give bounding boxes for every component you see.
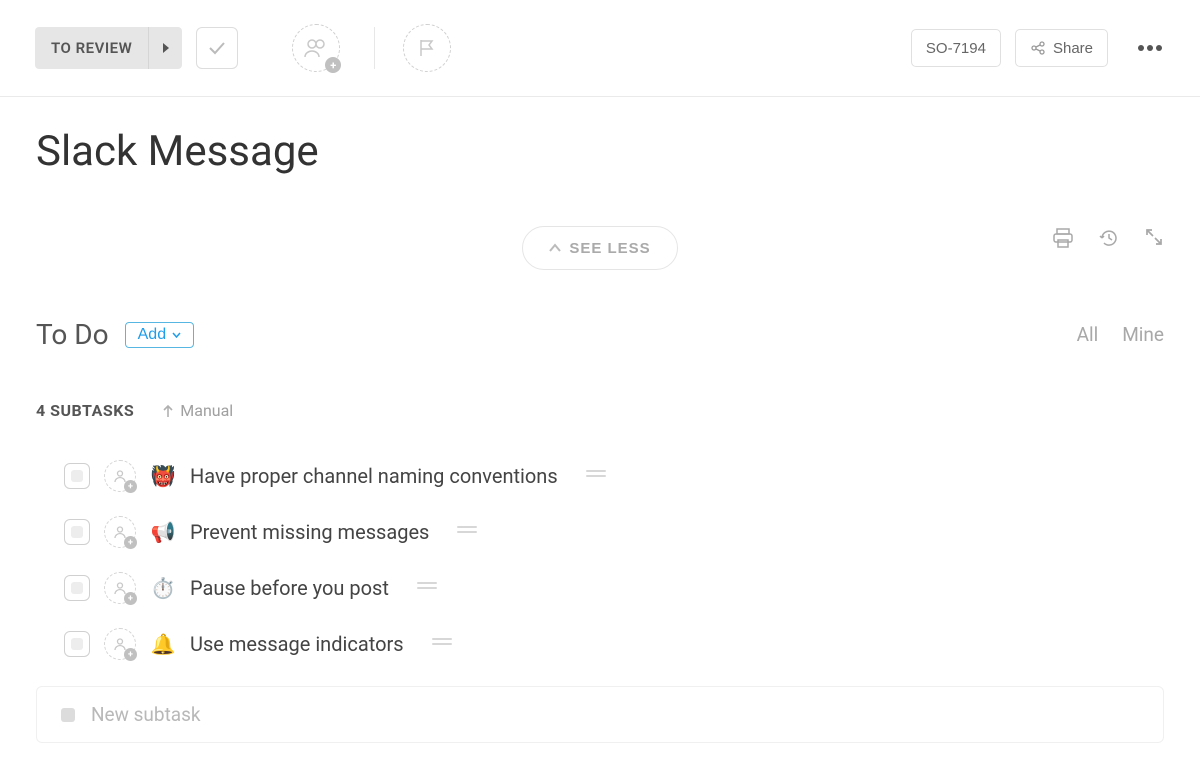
priority-flag-button[interactable] <box>403 24 451 72</box>
flag-icon <box>418 38 436 58</box>
status-next-icon[interactable] <box>148 27 182 69</box>
toolbar-divider <box>374 27 375 69</box>
subtask-emoji: 🔔 <box>150 632 176 656</box>
drag-handle-icon[interactable] <box>432 638 452 650</box>
drag-handle-icon[interactable] <box>457 526 477 538</box>
subtask-meta-row: 4 SUBTASKS Manual <box>36 401 1164 420</box>
people-icon <box>303 38 329 58</box>
subtask-assignee-button[interactable]: + <box>104 628 136 660</box>
sort-button[interactable]: Manual <box>162 401 233 420</box>
chevron-up-icon <box>549 243 561 253</box>
complete-button[interactable] <box>196 27 238 69</box>
subtask-row[interactable]: + 🔔 Use message indicators <box>36 616 1164 672</box>
sort-label: Manual <box>180 401 233 420</box>
see-less-label: SEE LESS <box>569 240 650 257</box>
subtask-emoji: 👹 <box>150 464 176 488</box>
see-less-button[interactable]: SEE LESS <box>522 226 677 270</box>
person-icon <box>113 581 127 595</box>
new-subtask-placeholder: New subtask <box>91 703 201 726</box>
plus-icon: + <box>124 592 137 605</box>
person-icon <box>113 469 127 483</box>
plus-icon: + <box>124 536 137 549</box>
drag-handle-icon[interactable] <box>417 582 437 594</box>
plus-icon: + <box>124 480 137 493</box>
person-icon <box>113 525 127 539</box>
filter-all-tab[interactable]: All <box>1077 323 1099 346</box>
plus-icon: + <box>325 57 341 73</box>
assignees-add-button[interactable]: + <box>292 24 340 72</box>
top-toolbar: TO REVIEW + SO-7194 Share <box>0 0 1200 97</box>
ticket-id-button[interactable]: SO-7194 <box>911 29 1001 67</box>
subtask-checkbox[interactable] <box>64 519 90 545</box>
ticket-id-label: SO-7194 <box>926 40 986 57</box>
status-label: TO REVIEW <box>35 39 148 57</box>
subtask-emoji: ⏱️ <box>150 576 176 600</box>
history-icon[interactable] <box>1098 227 1120 249</box>
subtask-row[interactable]: + 📢 Prevent missing messages <box>36 504 1164 560</box>
print-icon[interactable] <box>1052 227 1074 249</box>
add-label: Add <box>138 326 166 344</box>
subtask-list: + 👹 Have proper channel naming conventions… <box>36 448 1164 672</box>
status-button[interactable]: TO REVIEW <box>35 27 182 69</box>
plus-icon: + <box>124 648 137 661</box>
page-title[interactable]: Slack Message <box>36 127 1164 176</box>
todo-header: To Do Add All Mine <box>36 318 1164 351</box>
subtask-row[interactable]: + ⏱️ Pause before you post <box>36 560 1164 616</box>
checkbox-icon <box>61 708 75 722</box>
subtask-assignee-button[interactable]: + <box>104 572 136 604</box>
todo-heading: To Do <box>36 318 109 351</box>
subtask-name: Use message indicators <box>190 632 404 656</box>
chevron-down-icon <box>172 332 181 338</box>
subtask-name: Pause before you post <box>190 576 389 600</box>
subtask-row[interactable]: + 👹 Have proper channel naming conventions <box>36 448 1164 504</box>
more-menu-button[interactable] <box>1130 45 1170 51</box>
subtask-name: Prevent missing messages <box>190 520 429 544</box>
share-icon <box>1030 40 1046 56</box>
share-button[interactable]: Share <box>1015 29 1108 67</box>
page-action-icons <box>1052 227 1164 249</box>
add-button[interactable]: Add <box>125 322 194 348</box>
expand-icon[interactable] <box>1144 227 1164 249</box>
subtask-count: 4 SUBTASKS <box>36 401 134 420</box>
drag-handle-icon[interactable] <box>586 470 606 482</box>
subtask-name: Have proper channel naming conventions <box>190 464 558 488</box>
new-subtask-input[interactable]: New subtask <box>36 686 1164 743</box>
subtask-checkbox[interactable] <box>64 463 90 489</box>
subtask-checkbox[interactable] <box>64 575 90 601</box>
person-icon <box>113 637 127 651</box>
subtask-emoji: 📢 <box>150 520 176 544</box>
filter-mine-tab[interactable]: Mine <box>1122 323 1164 346</box>
subtask-assignee-button[interactable]: + <box>104 460 136 492</box>
subtask-assignee-button[interactable]: + <box>104 516 136 548</box>
share-label: Share <box>1053 40 1093 57</box>
arrow-up-icon <box>162 404 174 418</box>
subtask-checkbox[interactable] <box>64 631 90 657</box>
